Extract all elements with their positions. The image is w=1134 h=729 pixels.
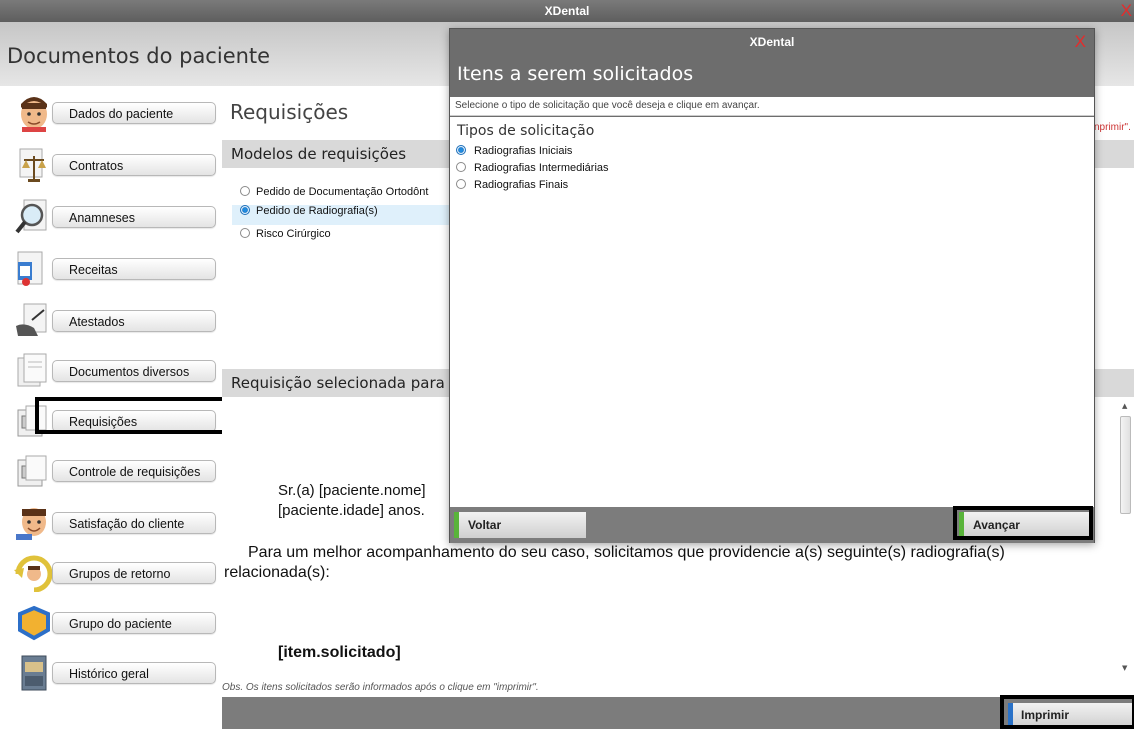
sidebar-button[interactable]: Atestados [52, 310, 216, 332]
sidebar-item-label: Anamneses [69, 211, 136, 225]
type-option[interactable]: Radiografias Finais [450, 179, 568, 195]
type-option-label: Radiografias Iniciais [474, 145, 573, 157]
sidebar-item-satisfacao-cliente[interactable]: Satisfação do cliente [14, 504, 220, 542]
sidebar-button[interactable]: Grupos de retorno [52, 562, 216, 584]
sidebar-item-historico-geral[interactable]: Histórico geral [14, 654, 220, 692]
selected-header: Requisição selecionada para [231, 374, 445, 392]
scroll-thumb[interactable] [1120, 416, 1131, 514]
doc-line-1: Sr.(a) [paciente.nome] [278, 482, 426, 499]
sidebar-item-contratos[interactable]: Contratos [14, 146, 220, 184]
radio-button-selected[interactable] [456, 145, 466, 156]
sidebar-item-label: Documentos diversos [69, 365, 190, 379]
modal-dialog: XDental X Itens a serem solicitados Sele… [449, 28, 1095, 543]
window-close-icon[interactable]: X [1121, 1, 1132, 21]
type-option-label: Radiografias Finais [474, 179, 569, 191]
app-window: XDental X Documentos do paciente Dados d… [0, 0, 1134, 729]
radio-button-selected[interactable] [240, 205, 250, 216]
model-option[interactable]: Pedido de Documentação Ortodônt [232, 186, 428, 206]
scroll-up-icon[interactable]: ▲ [1122, 402, 1127, 410]
sidebar-item-receitas[interactable]: Receitas [14, 250, 220, 288]
modal-instruction-bar: Selecione o tipo de solicitação que você… [450, 97, 1094, 116]
obs-note-partial: nprimir". [1094, 122, 1131, 133]
section-title: Requisições [230, 100, 349, 124]
obs-note: Obs. Os itens solicitados serão informad… [222, 682, 539, 693]
back-button-label: Voltar [468, 518, 502, 532]
sidebar-item-label: Grupo do paciente [69, 617, 172, 631]
model-option-label: Pedido de Radiografia(s) [256, 205, 378, 217]
window-title: XDental [544, 4, 590, 18]
sidebar-item-atestados[interactable]: Atestados [14, 302, 220, 340]
sidebar-item-grupos-retorno[interactable]: Grupos de retorno [14, 554, 220, 592]
sidebar-item-label: Histórico geral [69, 667, 149, 681]
window-titlebar: XDental X [0, 0, 1134, 22]
doc-item-placeholder: [item.solicitado] [278, 644, 401, 661]
sidebar-item-documentos-diversos[interactable]: Documentos diversos [14, 352, 220, 390]
highlight-box [953, 506, 1093, 540]
model-option[interactable]: Risco Cirúrgico [232, 228, 331, 248]
types-label: Tipos de solicitação [457, 123, 595, 139]
sidebar-item-controle-requisicoes[interactable]: Controle de requisições [14, 452, 220, 490]
model-option-label: Risco Cirúrgico [256, 228, 331, 240]
type-option[interactable]: Radiografias Intermediárias [450, 162, 609, 178]
sidebar-button[interactable]: Grupo do paciente [52, 612, 216, 634]
highlight-box [35, 397, 227, 434]
sidebar-button[interactable]: Histórico geral [52, 662, 216, 684]
sidebar-item-anamneses[interactable]: Anamneses [14, 198, 220, 236]
modal-title: XDental [749, 35, 795, 49]
type-option[interactable]: Radiografias Iniciais [450, 145, 572, 161]
model-option-label: Pedido de Documentação Ortodônt [256, 186, 429, 198]
modal-footer: Voltar Avançar [450, 506, 1094, 543]
sidebar-item-label: Grupos de retorno [69, 567, 171, 581]
radio-button[interactable] [456, 179, 466, 190]
scroll-down-icon[interactable]: ▼ [1122, 664, 1127, 672]
bottom-bar [222, 697, 1134, 729]
type-option-label: Radiografias Intermediárias [474, 162, 609, 174]
sidebar-button[interactable]: Contratos [52, 154, 216, 176]
back-button[interactable]: Voltar [454, 512, 586, 538]
radio-button[interactable] [456, 162, 466, 173]
sidebar-item-label: Receitas [69, 263, 118, 277]
doc-paragraph: Para um melhor acompanhamento do seu cas… [248, 544, 1005, 561]
radio-button[interactable] [240, 228, 250, 239]
model-option[interactable]: Pedido de Radiografia(s) [232, 205, 452, 225]
sidebar-item-dados-paciente[interactable]: Dados do paciente [14, 94, 220, 132]
sidebar-item-grupo-paciente[interactable]: Grupo do paciente [14, 604, 220, 642]
doc-line-2: [paciente.idade] anos. [278, 502, 425, 519]
sidebar-item-label: Satisfação do cliente [69, 517, 185, 531]
sidebar-button[interactable]: Dados do paciente [52, 102, 216, 124]
modal-body: Tipos de solicitação Radiografias Inicia… [450, 117, 1094, 507]
sidebar-button[interactable]: Controle de requisições [52, 460, 216, 482]
highlight-box [1000, 695, 1134, 729]
radio-button[interactable] [240, 186, 250, 197]
doc-scrollbar[interactable]: ▲ ▼ [1118, 398, 1134, 678]
sidebar-item-label: Controle de requisições [69, 465, 201, 479]
modal-heading: Itens a serem solicitados [457, 63, 694, 85]
sidebar-item-label: Atestados [69, 315, 125, 329]
sidebar: Dados do paciente Contratos Anamneses Re… [0, 86, 227, 729]
modal-instruction: Selecione o tipo de solicitação que você… [455, 100, 760, 111]
models-header: Modelos de requisições [231, 145, 407, 163]
doc-paragraph-cont: relacionada(s): [224, 564, 330, 581]
sidebar-button[interactable]: Receitas [52, 258, 216, 280]
sidebar-button[interactable]: Documentos diversos [52, 360, 216, 382]
modal-close-icon[interactable]: X [1075, 32, 1086, 52]
page-title: Documentos do paciente [7, 44, 271, 68]
sidebar-item-label: Dados do paciente [69, 107, 174, 121]
sidebar-button[interactable]: Satisfação do cliente [52, 512, 216, 534]
sidebar-item-label: Contratos [69, 159, 124, 173]
sidebar-button[interactable]: Anamneses [52, 206, 216, 228]
